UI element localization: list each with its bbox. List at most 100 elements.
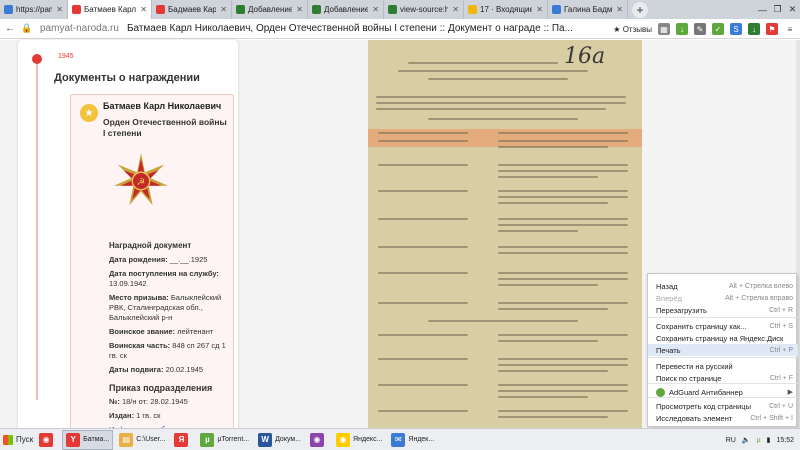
- scan-text-line: [498, 202, 608, 204]
- tab-1[interactable]: Батмаев Карл Ник✕: [68, 0, 152, 19]
- taskbar: Пуск ◉ Y Батма... ▤ C:\User... Яµ µTorrent... W…: [0, 428, 800, 450]
- back-icon[interactable]: ←: [3, 23, 17, 34]
- scan-text-line: [498, 340, 598, 342]
- tab-close-icon[interactable]: ✕: [296, 5, 303, 14]
- taskbar-label: Докум...: [275, 436, 302, 443]
- scan-text-line: [378, 132, 468, 134]
- minimize-icon[interactable]: —: [755, 0, 770, 19]
- context-menu-label: Исследовать элемент: [656, 413, 733, 423]
- info-row: Дата рождения: __.__.1925: [109, 255, 233, 265]
- context-menu-item[interactable]: Вперёд Alt + Стрелка вправо: [648, 292, 798, 304]
- clock[interactable]: 15:52: [776, 437, 794, 444]
- new-tab-button[interactable]: +: [632, 2, 648, 18]
- context-menu-item[interactable]: Назад Alt + Стрелка влево: [648, 280, 798, 292]
- context-menu-item[interactable]: Сохранить страницу на Яндекс.Диск: [648, 332, 798, 344]
- close-window-icon[interactable]: ✕: [785, 0, 800, 19]
- scan-text-line: [378, 384, 468, 386]
- context-menu-label: Сохранить страницу как...: [656, 321, 747, 331]
- tab-6[interactable]: 17 · Входящие — Я✕: [464, 0, 548, 19]
- pen-icon[interactable]: ✎: [694, 23, 706, 35]
- tab-close-icon[interactable]: ✕: [56, 5, 63, 14]
- language-indicator[interactable]: RU: [726, 437, 736, 444]
- tab-favicon-icon: [236, 5, 245, 14]
- medal-badge-icon: ★: [80, 104, 98, 122]
- context-menu-item[interactable]: Просмотреть код страницы Ctrl + U: [648, 400, 798, 412]
- context-menu-label: Поиск по странице: [656, 373, 722, 383]
- context-menu-label: Перевести на русский: [656, 361, 733, 371]
- maximize-icon[interactable]: ❐: [770, 0, 785, 19]
- context-menu-item[interactable]: Перезагрузить Ctrl + R: [648, 304, 798, 316]
- app-icon: W: [258, 432, 273, 447]
- timeline-line: [36, 60, 38, 400]
- menu-icon[interactable]: ≡: [784, 23, 796, 35]
- info-label: Издан:: [109, 411, 135, 420]
- context-menu-shortcut: Ctrl + P: [769, 346, 793, 354]
- tab-0[interactable]: https://pamyat-na ✕: [0, 0, 68, 19]
- tab-3[interactable]: Добавление инфо✕: [232, 0, 308, 19]
- context-menu-shortcut: Ctrl + F: [769, 374, 793, 382]
- lock-icon[interactable]: 🔒: [20, 23, 34, 34]
- taskbar-label: Батма...: [83, 436, 110, 443]
- utorrent-tray-icon[interactable]: µ: [757, 437, 761, 444]
- taskbar-item[interactable]: µ µTorrent...: [197, 430, 252, 450]
- context-menu: Назад Alt + Стрелка влево Вперёд Alt + Стре…: [647, 273, 798, 427]
- tab-grid-icon[interactable]: ▦: [658, 23, 670, 35]
- award-card: 1945 Документы о награждении ★ Батмаев К…: [18, 40, 238, 436]
- system-tray: RU 🔈 µ ▮ 15:52: [726, 429, 800, 450]
- flag-icon[interactable]: ⚑: [766, 23, 778, 35]
- tab-close-icon[interactable]: ✕: [140, 5, 147, 14]
- scan-text-line: [498, 302, 628, 304]
- scan-text-line: [498, 224, 628, 226]
- tab-2[interactable]: Бадмаев Карл Ник✕: [152, 0, 232, 19]
- dl-green-icon[interactable]: ↓: [748, 23, 760, 35]
- reviews-button[interactable]: ★ Отзывы: [613, 25, 652, 34]
- tab-label: Батмаев Карл Ник: [84, 5, 137, 14]
- context-menu-shortcut: Ctrl + Shift + I: [750, 414, 793, 422]
- menu-separator: [648, 317, 798, 318]
- volume-icon[interactable]: 🔈: [742, 436, 751, 444]
- tab-label: Галина Бадмаева: [564, 5, 613, 14]
- scan-text-line: [378, 410, 468, 412]
- tab-7[interactable]: Галина Бадмаева✕: [548, 0, 628, 19]
- app-icon: ◉: [310, 432, 325, 447]
- tab-favicon-icon: [312, 5, 321, 14]
- scan-text-line: [498, 176, 598, 178]
- url-field[interactable]: pamyat-naroda.ru Батмаев Карл Николаевич…: [40, 21, 573, 37]
- taskbar-item[interactable]: ▤ C:\User...: [116, 430, 168, 450]
- taskbar-label: Яндек...: [408, 436, 435, 443]
- taskbar-item[interactable]: Я: [171, 430, 194, 450]
- download-icon[interactable]: ↓: [676, 23, 688, 35]
- context-menu-item[interactable]: Перевести на русский: [648, 360, 798, 372]
- taskbar-item[interactable]: ◉: [307, 430, 330, 450]
- scan-text-line: [378, 334, 468, 336]
- scan-text-line: [378, 302, 468, 304]
- scan-text-line: [378, 272, 468, 274]
- context-menu-item[interactable]: Сохранить страницу как... Ctrl + S: [648, 320, 798, 332]
- info-row: Воинская часть: 848 сп 267 сд 1 гв. ск: [109, 341, 233, 361]
- taskbar-item[interactable]: ◉: [36, 430, 59, 450]
- context-menu-label: Печать: [656, 345, 681, 355]
- app-icon: Y: [66, 432, 81, 447]
- tab-close-icon[interactable]: ✕: [536, 5, 543, 14]
- info-label: Дата рождения:: [109, 255, 168, 264]
- app-icon: ◉: [336, 432, 351, 447]
- network-icon[interactable]: ▮: [767, 436, 771, 444]
- context-menu-item[interactable]: Исследовать элемент Ctrl + Shift + I: [648, 412, 798, 424]
- context-menu-item[interactable]: Печать Ctrl + P: [648, 344, 798, 356]
- tab-close-icon[interactable]: ✕: [220, 5, 227, 14]
- taskbar-item[interactable]: W Докум...: [255, 430, 304, 450]
- adguard-icon[interactable]: ✓: [712, 23, 724, 35]
- taskbar-item[interactable]: ✉ Яндек...: [388, 430, 437, 450]
- tab-4[interactable]: Добавление инфо✕: [308, 0, 384, 19]
- tab-5[interactable]: view-source:https:/ ✕: [384, 0, 464, 19]
- tab-close-icon[interactable]: ✕: [372, 5, 379, 14]
- start-button[interactable]: Пуск: [0, 429, 36, 450]
- info-row: Воинское звание: лейтенант: [109, 327, 233, 337]
- taskbar-item[interactable]: ◉ Яндекс...: [333, 430, 385, 450]
- taskbar-item[interactable]: Y Батма...: [62, 429, 114, 450]
- tab-close-icon[interactable]: ✕: [616, 5, 623, 14]
- extension-icon[interactable]: S: [730, 23, 742, 35]
- scan-text-line: [378, 358, 468, 360]
- submenu-arrow-icon: ▶: [787, 389, 793, 396]
- tab-close-icon[interactable]: ✕: [452, 5, 459, 14]
